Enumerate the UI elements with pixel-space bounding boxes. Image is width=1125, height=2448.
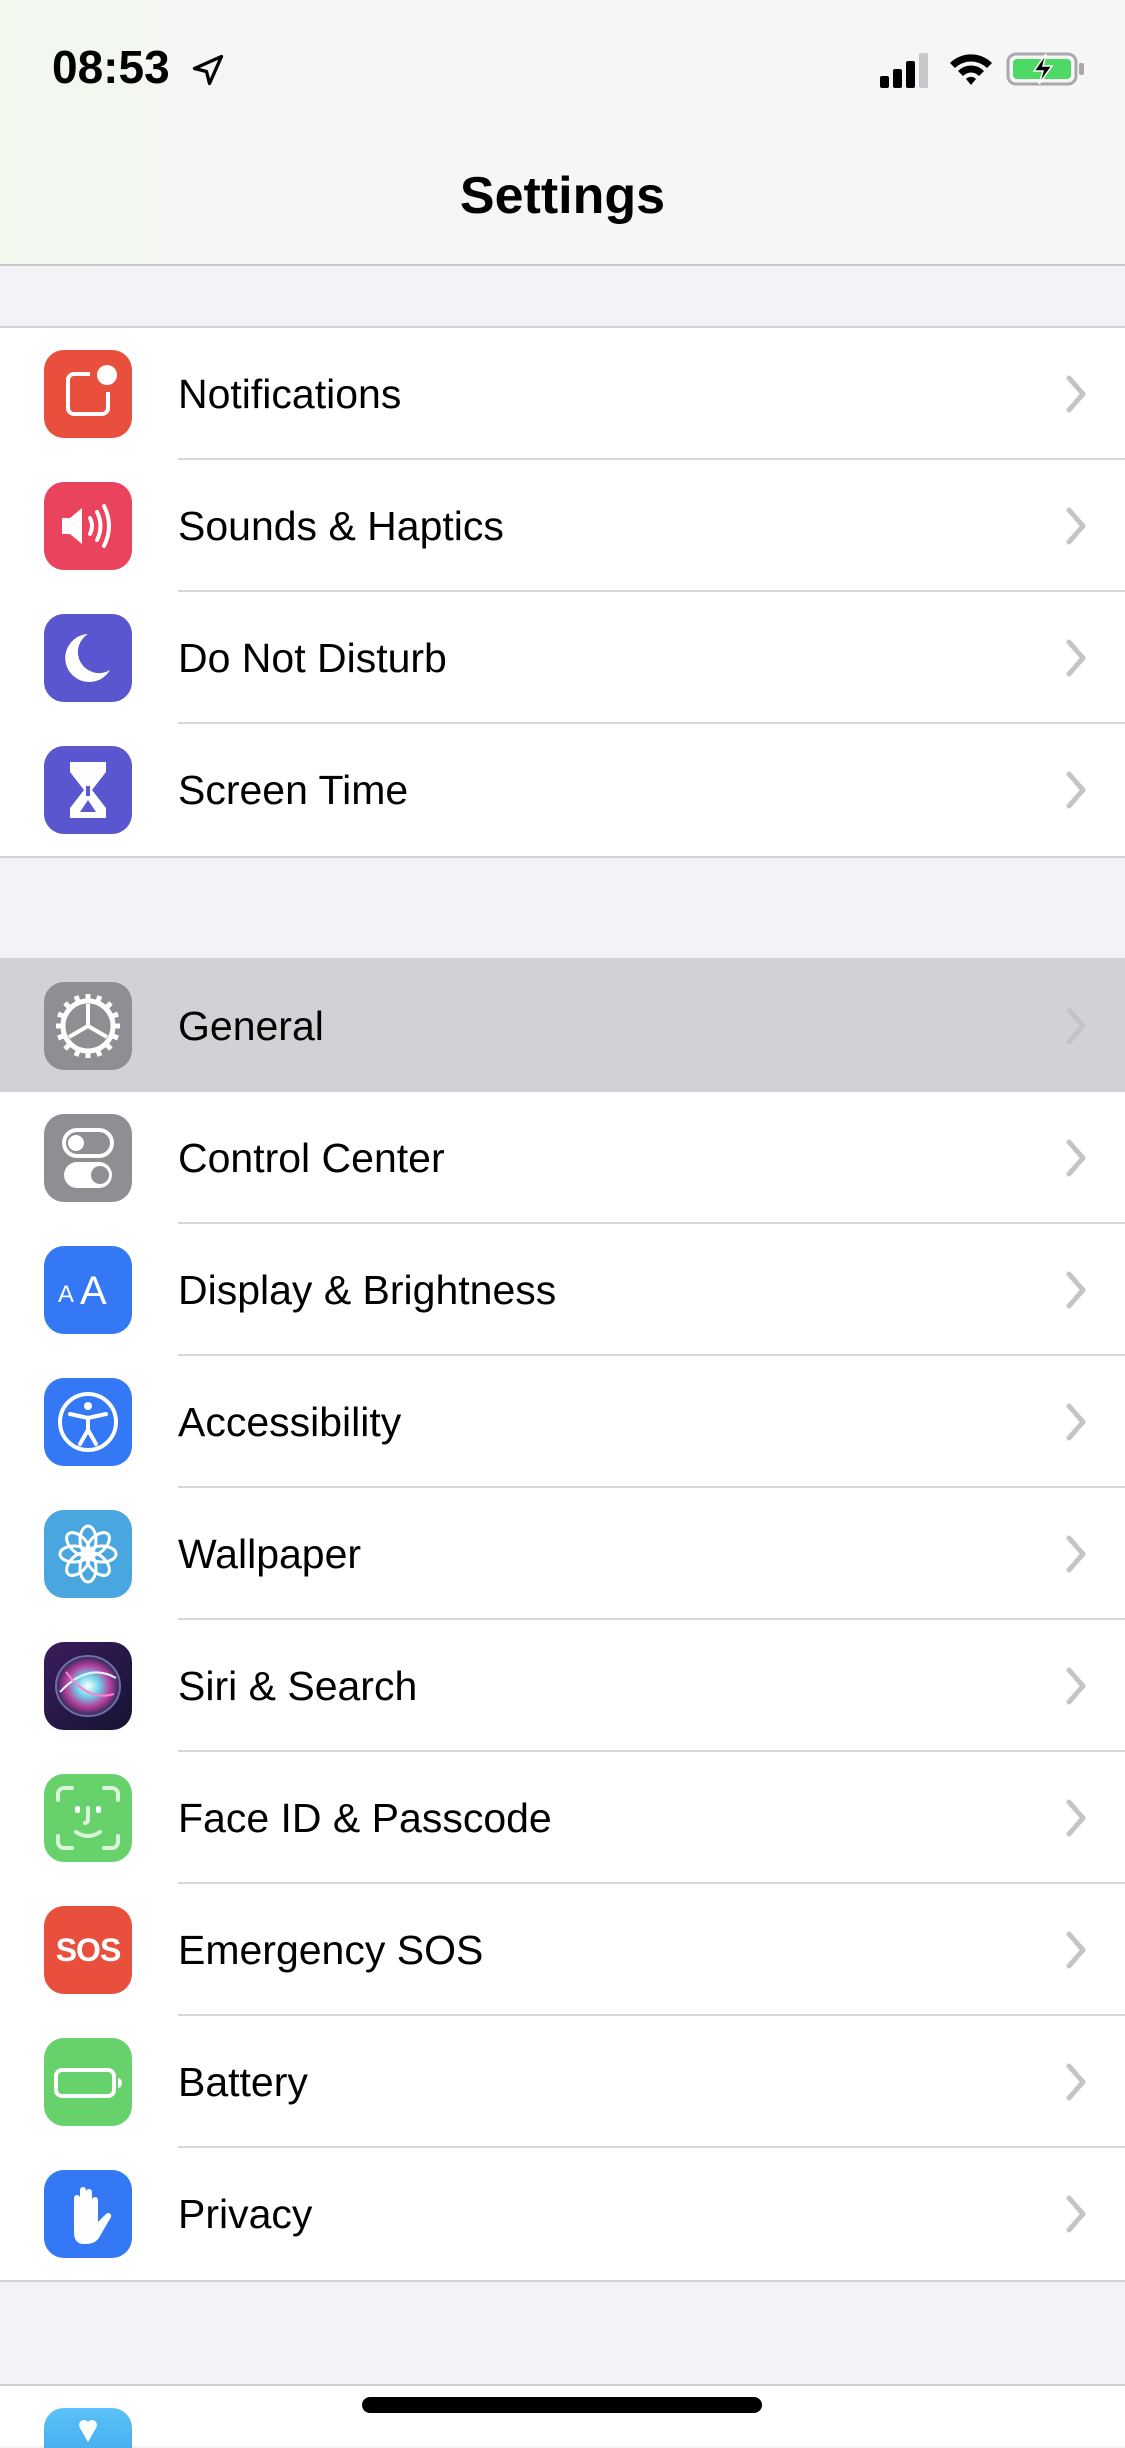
chevron-right-icon [1066, 1667, 1086, 1705]
chevron-right-icon [1066, 2195, 1086, 2233]
moon-icon [44, 614, 132, 702]
chevron-right-icon [1066, 1799, 1086, 1837]
toggles-icon [44, 1114, 132, 1202]
sos-glyph: SOS [55, 1931, 122, 1968]
row-label: Face ID & Passcode [178, 1795, 552, 1841]
row-label: Siri & Search [178, 1663, 418, 1709]
chevron-right-icon [1066, 507, 1086, 545]
accessibility-icon [44, 1378, 132, 1466]
settings-group-1: Notifications Sounds & Haptics Do Not Di… [0, 326, 1125, 858]
settings-row-general[interactable]: General [0, 960, 1125, 1092]
page-title: Settings [459, 167, 666, 225]
svg-text:A: A [80, 1269, 107, 1313]
battery-icon [44, 2038, 132, 2126]
chevron-right-icon [1066, 1139, 1086, 1177]
chevron-right-icon [1066, 1007, 1086, 1045]
chevron-right-icon [1066, 639, 1086, 677]
wifi-icon [950, 54, 992, 85]
gear-icon [44, 982, 132, 1070]
row-label: Accessibility [178, 1399, 402, 1445]
text-size-icon: A A [44, 1246, 132, 1334]
heart-icon [44, 2408, 132, 2448]
row-label: Battery [178, 2059, 308, 2105]
hourglass-icon [44, 746, 132, 834]
settings-row-siri-search[interactable]: Siri & Search [0, 1620, 1125, 1752]
settings-row-display-brightness[interactable]: A A Display & Brightness [0, 1224, 1125, 1356]
settings-row-wallpaper[interactable]: Wallpaper [0, 1488, 1125, 1620]
svg-text:A: A [58, 1281, 74, 1308]
settings-row-battery[interactable]: Battery [0, 2016, 1125, 2148]
settings-row-privacy[interactable]: Privacy [0, 2148, 1125, 2280]
row-label: Emergency SOS [178, 1927, 484, 1973]
row-label: Wallpaper [178, 1531, 362, 1577]
cellular-signal-icon [880, 53, 928, 88]
siri-icon [44, 1642, 132, 1730]
location-arrow-icon [192, 54, 224, 86]
navigation-header: 08:53 Settings [0, 0, 1125, 266]
status-time: 08:53 [52, 41, 170, 93]
row-label: Do Not Disturb [178, 635, 447, 681]
settings-row-emergency-sos[interactable]: SOS Emergency SOS [0, 1884, 1125, 2016]
settings-row-face-id-passcode[interactable]: Face ID & Passcode [0, 1752, 1125, 1884]
settings-row-accessibility[interactable]: Accessibility [0, 1356, 1125, 1488]
row-label: Privacy [178, 2191, 313, 2237]
chevron-right-icon [1066, 2063, 1086, 2101]
row-label: Control Center [178, 1135, 445, 1181]
notifications-icon [44, 350, 132, 438]
settings-group-3-partial [0, 2384, 1125, 2446]
home-indicator[interactable] [362, 2397, 762, 2413]
row-label: Screen Time [178, 767, 409, 813]
speaker-icon [44, 482, 132, 570]
chevron-right-icon [1066, 1931, 1086, 1969]
face-id-icon [44, 1774, 132, 1862]
chevron-right-icon [1066, 375, 1086, 413]
settings-row-screen-time[interactable]: Screen Time [0, 724, 1125, 856]
chevron-right-icon [1066, 1403, 1086, 1441]
settings-row-control-center[interactable]: Control Center [0, 1092, 1125, 1224]
row-label: General [178, 1003, 324, 1049]
row-label: Sounds & Haptics [178, 503, 504, 549]
flower-icon [44, 1510, 132, 1598]
row-label: Display & Brightness [178, 1267, 557, 1313]
settings-row-notifications[interactable]: Notifications [0, 328, 1125, 460]
settings-row-do-not-disturb[interactable]: Do Not Disturb [0, 592, 1125, 724]
chevron-right-icon [1066, 1535, 1086, 1573]
settings-row-sounds-haptics[interactable]: Sounds & Haptics [0, 460, 1125, 592]
settings-group-2: General Control Center A A Display & Bri… [0, 958, 1125, 2282]
chevron-right-icon [1066, 1271, 1086, 1309]
battery-charging-icon [1006, 52, 1084, 86]
hand-icon [44, 2170, 132, 2258]
chevron-right-icon [1066, 771, 1086, 809]
row-label: Notifications [178, 371, 402, 417]
sos-icon: SOS [44, 1906, 132, 1994]
